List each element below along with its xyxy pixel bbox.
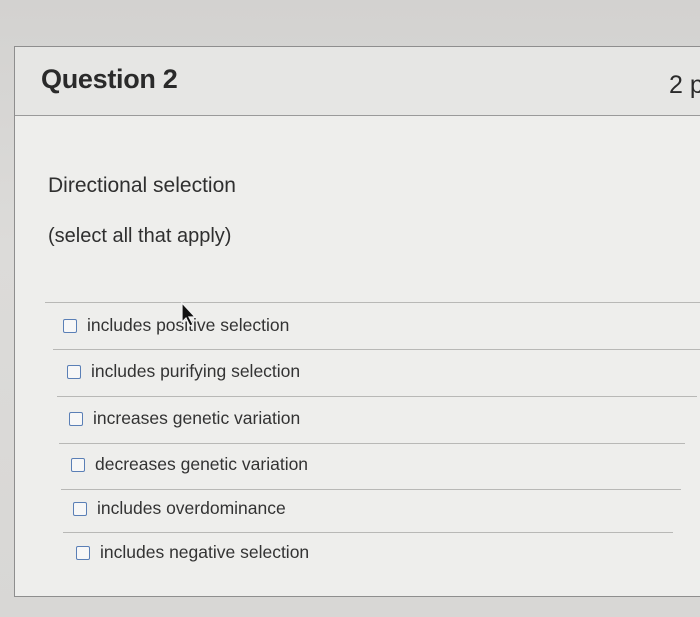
question-title: Question 2 [41, 64, 178, 94]
answer-option-decreases-variation[interactable]: decreases genetic variation [71, 454, 308, 475]
option-divider [57, 396, 697, 397]
answer-option-negative-selection[interactable]: includes negative selection [76, 542, 309, 563]
checkbox-icon[interactable] [63, 318, 77, 333]
question-header: Question 2 2 p [15, 47, 700, 116]
checkbox-icon[interactable] [71, 457, 85, 472]
answer-option-label: increases genetic variation [93, 408, 301, 428]
option-divider [63, 532, 673, 533]
answer-option-label: decreases genetic variation [95, 454, 309, 474]
mouse-pointer-icon [181, 302, 196, 327]
checkbox-icon[interactable] [67, 364, 81, 379]
question-card: Question 2 2 p Directional selection (se… [14, 46, 700, 597]
answer-option-label: includes purifying selection [91, 361, 301, 381]
answer-option-increases-variation[interactable]: increases genetic variation [69, 408, 300, 429]
checkbox-icon[interactable] [73, 501, 87, 516]
checkbox-icon[interactable] [76, 545, 90, 560]
answer-option-overdominance[interactable]: includes overdominance [73, 498, 286, 519]
question-points: 2 p [669, 71, 700, 99]
question-instruction: (select all that apply) [48, 225, 232, 247]
answer-option-label: includes overdominance [97, 498, 286, 518]
question-prompt: Directional selection [48, 174, 236, 197]
checkbox-icon[interactable] [69, 411, 83, 426]
option-divider [53, 349, 700, 350]
option-divider [61, 489, 681, 490]
answer-option-purifying-selection[interactable]: includes purifying selection [67, 361, 300, 382]
options-top-divider [45, 302, 700, 303]
option-divider [59, 443, 685, 444]
answer-option-label: includes negative selection [100, 542, 310, 562]
